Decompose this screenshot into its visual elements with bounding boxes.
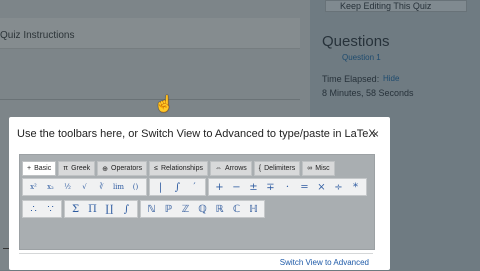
tab-operators[interactable]: ⊕ Operators [97, 161, 148, 176]
symbol-button[interactable]: Σ [68, 202, 83, 216]
modal-title: Use the toolbars here, or Switch View to… [17, 128, 376, 140]
tab-icon: { [258, 165, 262, 172]
question-link[interactable]: Question 1 [342, 53, 381, 62]
symbol-button[interactable]: √ [77, 180, 92, 194]
symbol-button[interactable]: ℚ [195, 202, 210, 216]
toolbar-group-integrals: | ∫ ′ [149, 178, 206, 196]
toolbar-group-operators: + − ± ∓ · = × ÷ * [208, 178, 367, 196]
symbol-button[interactable]: ∐ [102, 202, 117, 216]
tab-greek[interactable]: π Greek [58, 161, 96, 176]
tab-icon: ⇔ [215, 165, 222, 172]
tab-icon: ∞ [307, 165, 313, 172]
tab-icon: π [63, 165, 69, 172]
symbol-button[interactable]: = [297, 180, 312, 194]
toolbar-group-number-sets: ℕℙℤℚℝℂℍ [140, 200, 265, 218]
tab-relationships[interactable]: ≤ Relationships [149, 161, 208, 176]
tab-basic[interactable]: + Basic [22, 161, 57, 176]
tab-delimiters[interactable]: {Delimiters [253, 161, 301, 176]
toolbar-tabs: + Basic π Greek ⊕ Operators ≤ Relationships ⇔ Arr… [22, 161, 335, 176]
pointer-cursor-icon: ☝ [154, 96, 174, 113]
symbol-button[interactable]: * [348, 180, 363, 194]
symbol-button[interactable]: ℙ [161, 202, 176, 216]
symbol-button[interactable]: ÷ [331, 180, 346, 194]
symbol-button[interactable]: Π [85, 202, 100, 216]
questions-heading: Questions [322, 33, 390, 50]
symbol-button[interactable]: − [229, 180, 244, 194]
toolbar-group-big-operators: Σ Π ∐ ∫ [64, 200, 138, 218]
tab-misc[interactable]: ∞ Misc [302, 161, 335, 176]
tab-label: Operators [111, 165, 143, 172]
symbol-button[interactable]: ± [246, 180, 261, 194]
symbol-button[interactable]: | [153, 180, 168, 194]
switch-view-advanced-link[interactable]: Switch View to Advanced [280, 258, 369, 267]
instructions-band-text: Quiz Instructions [0, 30, 75, 41]
close-button[interactable]: × [372, 127, 379, 141]
time-elapsed-value: 8 Minutes, 58 Seconds [322, 88, 414, 98]
modal-footer: Switch View to Advanced [19, 253, 373, 271]
tab-icon: ≤ [154, 165, 158, 172]
symbol-button[interactable]: ∫ [170, 180, 185, 194]
symbol-button[interactable]: () [128, 180, 143, 194]
keep-editing-button[interactable]: Keep Editing This Quiz [325, 0, 467, 12]
symbol-button[interactable]: x₂ [43, 180, 58, 194]
symbol-button[interactable]: ℕ [144, 202, 159, 216]
symbol-button[interactable]: ∵ [43, 202, 58, 216]
toolbar-row-1: x² x₂ ½ √ ∛ lim() | ∫ ′ + − ± ∓ · = × ÷ * [22, 178, 367, 196]
symbol-button[interactable]: ℍ [246, 202, 261, 216]
tab-label: Greek [71, 165, 91, 172]
toolbar-row-2: ∴ ∵ Σ Π ∐ ∫ ℕℙℤℚℝℂℍ [22, 200, 265, 218]
symbol-button[interactable]: x² [26, 180, 41, 194]
symbol-button[interactable]: ℤ [178, 202, 193, 216]
toolbar-group-structures: x² x₂ ½ √ ∛ lim() [22, 178, 147, 196]
symbol-button[interactable]: ∴ [26, 202, 41, 216]
hide-timer-link[interactable]: Hide [383, 74, 399, 83]
time-elapsed-label: Time Elapsed: [322, 74, 380, 84]
symbol-button[interactable]: ∫ [119, 202, 134, 216]
tab-arrows[interactable]: ⇔ Arrows [210, 161, 252, 176]
tab-icon: + [27, 165, 32, 172]
toolbar-group-logic: ∴ ∵ [22, 200, 62, 218]
tab-label: Basic [34, 165, 52, 172]
symbol-button[interactable]: × [314, 180, 329, 194]
tab-label: Arrows [225, 165, 247, 172]
equation-editor-modal: Use the toolbars here, or Switch View to… [9, 117, 390, 270]
symbol-button[interactable]: ℝ [212, 202, 227, 216]
symbol-button[interactable]: ∛ [94, 180, 109, 194]
symbol-button[interactable]: ∓ [263, 180, 278, 194]
equation-toolbar-area: + Basic π Greek ⊕ Operators ≤ Relationships ⇔ Arr… [19, 154, 375, 250]
tab-label: Delimiters [264, 165, 296, 172]
symbol-button[interactable]: ℂ [229, 202, 244, 216]
symbol-button[interactable]: ′ [187, 180, 202, 194]
tab-label: Relationships [160, 165, 203, 172]
symbol-button[interactable]: lim [111, 180, 126, 194]
tab-icon: ⊕ [102, 165, 108, 173]
symbol-button[interactable]: · [280, 180, 295, 194]
divider [0, 99, 300, 100]
symbol-button[interactable]: + [212, 180, 227, 194]
tab-label: Misc [315, 165, 330, 172]
symbol-button[interactable]: ½ [60, 180, 75, 194]
